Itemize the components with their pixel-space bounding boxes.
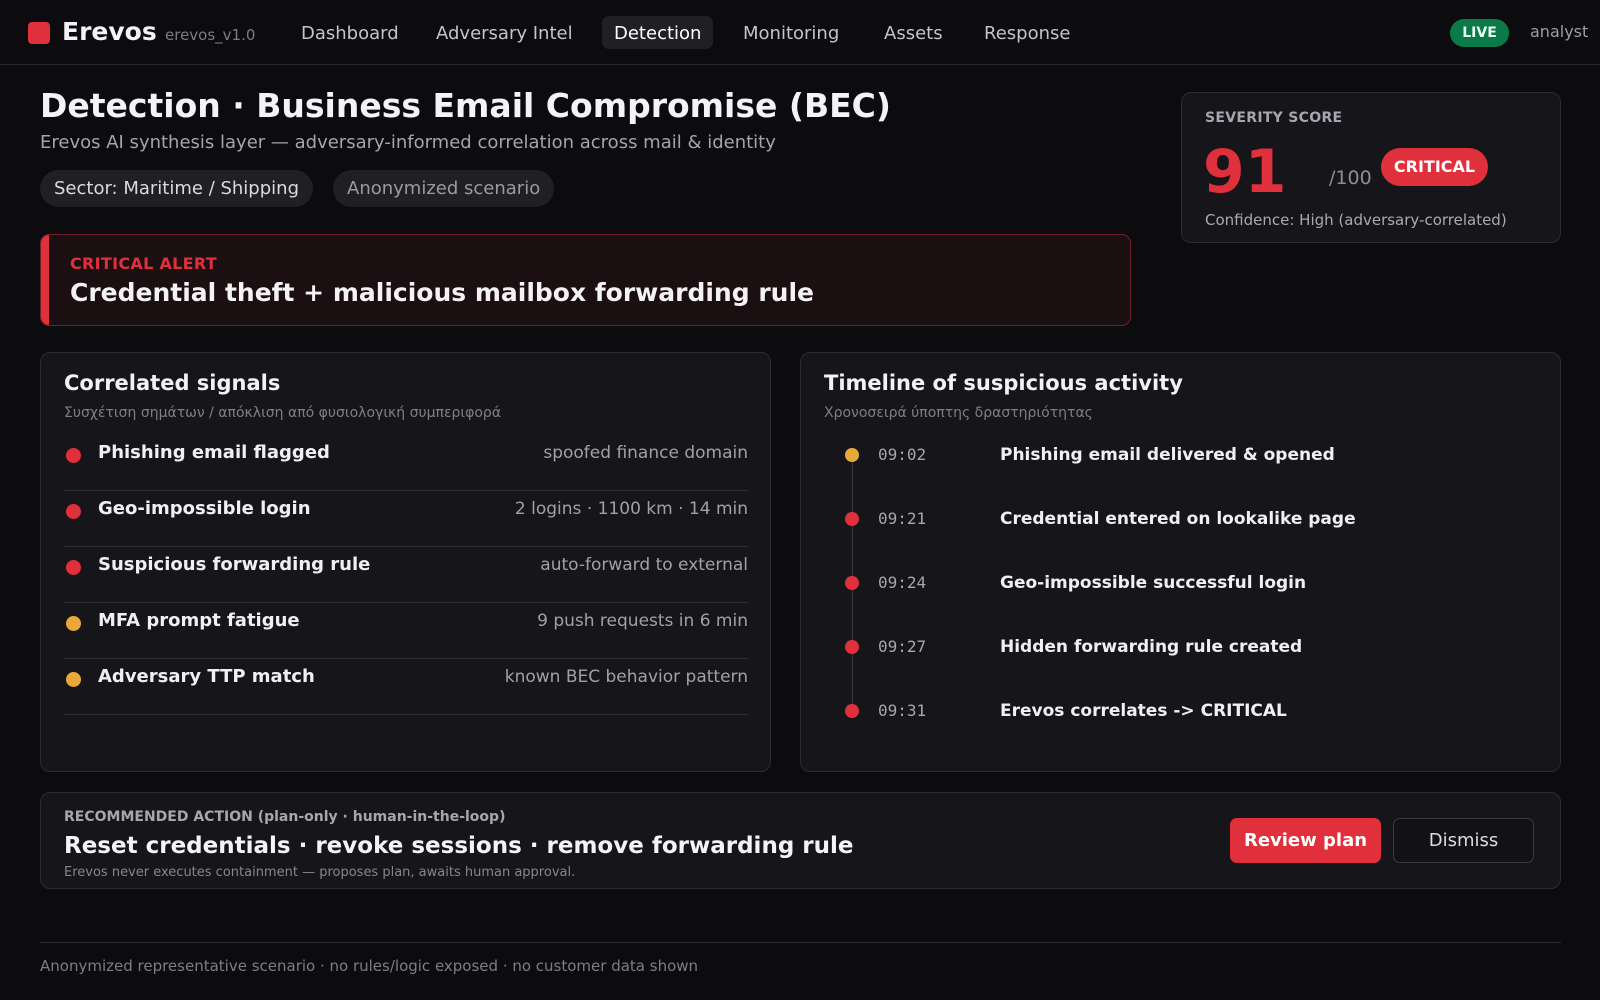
- signals-title: Correlated signals: [64, 371, 281, 395]
- signal-row[interactable]: Phishing email flagged spoofed finance d…: [64, 435, 748, 491]
- page-subtitle: Erevos AI synthesis layer — adversary-in…: [40, 132, 776, 153]
- nav-item-assets[interactable]: Assets: [872, 16, 955, 49]
- event-label: Hidden forwarding rule created: [1000, 637, 1303, 657]
- severity-confidence: Confidence: High (adversary-correlated): [1205, 211, 1507, 229]
- action-title: Reset credentials · revoke sessions · re…: [64, 833, 854, 859]
- signal-detail: 9 push requests in 6 min: [537, 611, 748, 631]
- scenario-chip: Anonymized scenario: [333, 170, 555, 207]
- alert-message: Credential theft + malicious mailbox for…: [70, 278, 814, 307]
- signal-name: Adversary TTP match: [98, 666, 315, 687]
- severity-level-badge: CRITICAL: [1381, 148, 1488, 186]
- event-dot-icon: [845, 704, 859, 718]
- alert-kicker: CRITICAL ALERT: [70, 254, 217, 273]
- timeline-subtitle: Χρονοσειρά ύποπτης δραστηριότητας: [824, 405, 1093, 421]
- correlated-signals-panel: Correlated signals Συσχέτιση σημάτων / α…: [40, 352, 771, 772]
- footer-divider: [40, 942, 1561, 943]
- signal-name: Phishing email flagged: [98, 442, 330, 463]
- severity-dot-icon: [66, 504, 81, 519]
- nav-item-detection[interactable]: Detection: [602, 16, 714, 49]
- signal-detail: auto-forward to external: [540, 555, 748, 575]
- nav-item-monitoring[interactable]: Monitoring: [731, 16, 851, 49]
- severity-card: SEVERITY SCORE 91 /100 CRITICAL Confiden…: [1181, 92, 1561, 243]
- event-time: 09:31: [878, 701, 927, 720]
- event-time: 09:21: [878, 509, 927, 528]
- footer-note: Anonymized representative scenario · no …: [40, 957, 699, 975]
- event-dot-icon: [845, 512, 859, 526]
- severity-dot-icon: [66, 560, 81, 575]
- timeline-event[interactable]: 09:31 Erevos correlates -> CRITICAL: [801, 701, 1561, 742]
- user-menu[interactable]: analyst: [1530, 22, 1588, 41]
- severity-score: 91: [1203, 137, 1287, 207]
- timeline-title: Timeline of suspicious activity: [824, 371, 1183, 395]
- severity-dot-icon: [66, 616, 81, 631]
- severity-dot-icon: [66, 448, 81, 463]
- signal-name: Suspicious forwarding rule: [98, 554, 371, 575]
- timeline-event[interactable]: 09:27 Hidden forwarding rule created: [801, 637, 1561, 678]
- event-label: Phishing email delivered & opened: [1000, 445, 1335, 465]
- signals-subtitle: Συσχέτιση σημάτων / απόκλιση από φυσιολο…: [64, 405, 502, 421]
- dismiss-button[interactable]: Dismiss: [1393, 818, 1534, 863]
- critical-alert-banner: CRITICAL ALERT Credential theft + malici…: [40, 234, 1131, 326]
- severity-max: /100: [1329, 167, 1372, 189]
- event-dot-icon: [845, 448, 859, 462]
- version-label: erevos_v1.0: [165, 26, 256, 44]
- timeline-event[interactable]: 09:21 Credential entered on lookalike pa…: [801, 509, 1561, 550]
- event-label: Erevos correlates -> CRITICAL: [1000, 701, 1287, 721]
- signal-detail: spoofed finance domain: [543, 443, 748, 463]
- page-title: Detection · Business Email Compromise (B…: [40, 86, 891, 125]
- action-note: Erevos never executes containment — prop…: [64, 865, 576, 880]
- nav-item-dashboard[interactable]: Dashboard: [289, 16, 411, 49]
- signal-row[interactable]: Geo-impossible login 2 logins · 1100 km …: [64, 491, 748, 547]
- signal-detail: 2 logins · 1100 km · 14 min: [514, 499, 748, 519]
- logo-icon: [28, 22, 50, 44]
- event-label: Credential entered on lookalike page: [1000, 509, 1356, 529]
- action-kicker: RECOMMENDED ACTION (plan-only · human-in…: [64, 809, 506, 825]
- timeline-event[interactable]: 09:24 Geo-impossible successful login: [801, 573, 1561, 614]
- nav-item-response[interactable]: Response: [972, 16, 1082, 49]
- signal-row[interactable]: MFA prompt fatigue 9 push requests in 6 …: [64, 603, 748, 659]
- signal-row[interactable]: Suspicious forwarding rule auto-forward …: [64, 547, 748, 603]
- severity-label: SEVERITY SCORE: [1205, 110, 1343, 126]
- sector-chip: Sector: Maritime / Shipping: [40, 170, 313, 207]
- review-plan-button[interactable]: Review plan: [1230, 818, 1381, 863]
- timeline-panel: Timeline of suspicious activity Χρονοσει…: [800, 352, 1561, 772]
- signal-detail: known BEC behavior pattern: [504, 667, 748, 687]
- event-dot-icon: [845, 576, 859, 590]
- signal-row[interactable]: Adversary TTP match known BEC behavior p…: [64, 659, 748, 715]
- event-time: 09:24: [878, 573, 927, 592]
- severity-dot-icon: [66, 672, 81, 687]
- nav-item-adversary-intel[interactable]: Adversary Intel: [424, 16, 585, 49]
- alert-accent-bar: [41, 235, 49, 325]
- live-badge: LIVE: [1450, 19, 1509, 47]
- recommended-action-card: RECOMMENDED ACTION (plan-only · human-in…: [40, 792, 1561, 889]
- signal-name: MFA prompt fatigue: [98, 610, 300, 631]
- signal-name: Geo-impossible login: [98, 498, 311, 519]
- event-time: 09:27: [878, 637, 927, 656]
- event-label: Geo-impossible successful login: [1000, 573, 1307, 593]
- brand-name[interactable]: Erevos: [62, 17, 157, 46]
- event-dot-icon: [845, 640, 859, 654]
- top-nav: Erevos erevos_v1.0 Dashboard Adversary I…: [0, 0, 1600, 65]
- timeline-event[interactable]: 09:02 Phishing email delivered & opened: [801, 445, 1561, 486]
- event-time: 09:02: [878, 445, 927, 464]
